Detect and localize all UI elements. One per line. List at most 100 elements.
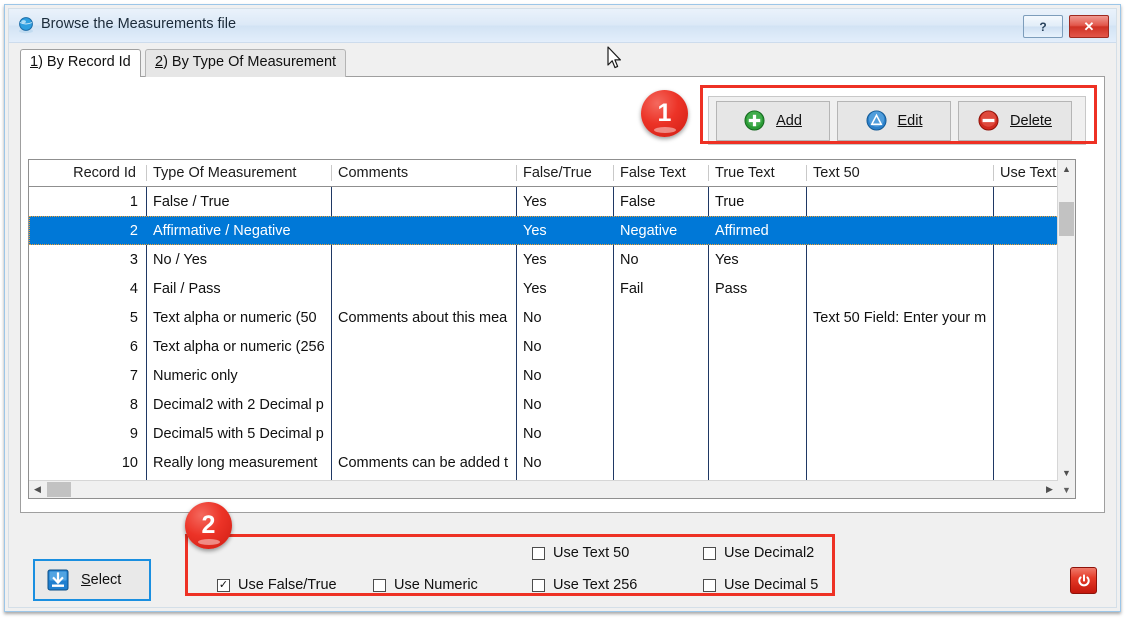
checkbox-label: Use False/True <box>238 577 337 593</box>
grid-cell-false_true: Yes <box>516 245 613 274</box>
checkbox-label: Use Text 50 <box>553 545 629 561</box>
grid-cell-comments <box>331 361 516 390</box>
checkbox-label: Use Text 256 <box>553 577 637 593</box>
measurements-grid[interactable]: Record IdType Of MeasurementCommentsFals… <box>28 159 1076 499</box>
add-button-label: Add <box>776 113 802 129</box>
delete-button[interactable]: Delete <box>958 101 1072 141</box>
table-row[interactable]: 10Really long measurementComments can be… <box>29 448 1075 477</box>
power-icon <box>1076 573 1092 589</box>
grid-header-use_text[interactable]: Use Text <box>993 160 1060 186</box>
scroll-down-arrow[interactable]: ▼ <box>1058 464 1075 481</box>
select-button[interactable]: Select <box>33 559 151 601</box>
tab-by-type-of-measurement[interactable]: 2) By Type Of Measurement <box>145 49 346 77</box>
grid-cell-type: Text alpha or numeric (50 <box>146 303 331 332</box>
grid-header-separator <box>806 165 807 181</box>
add-button[interactable]: Add <box>716 101 830 141</box>
grid-cell-comments <box>331 245 516 274</box>
tab-1-label: ) By Record Id <box>38 54 131 70</box>
grid-header-false_true[interactable]: False/True <box>516 160 613 186</box>
grid-cell-use_text <box>993 332 1060 361</box>
checkbox-use-numeric[interactable]: Use Numeric <box>373 577 478 593</box>
grid-cell-record_id: 4 <box>29 274 146 303</box>
grid-cell-type: Affirmative / Negative <box>146 216 331 245</box>
grid-cell-false_true: Yes <box>516 274 613 303</box>
grid-cell-use_text <box>993 245 1060 274</box>
checkbox-use-text-256[interactable]: Use Text 256 <box>532 577 637 593</box>
grid-cell-false_true: No <box>516 390 613 419</box>
table-row[interactable]: 8Decimal2 with 2 Decimal pNo <box>29 390 1075 419</box>
grid-header-record_id[interactable]: Record Id <box>29 160 146 186</box>
dialog-window: Browse the Measurements file ? ✕ 1) By R… <box>4 4 1121 612</box>
table-row[interactable]: 7Numeric onlyNo <box>29 361 1075 390</box>
delete-minus-icon <box>978 110 999 131</box>
grid-cell-type: Fail / Pass <box>146 274 331 303</box>
grid-header-separator <box>331 165 332 181</box>
grid-cell-record_id: 8 <box>29 390 146 419</box>
grid-header-separator <box>993 165 994 181</box>
grid-cell-use_text <box>993 187 1060 216</box>
grid-cell-text50: Text 50 Field: Enter your m <box>806 303 993 332</box>
grid-cell-use_text <box>993 419 1060 448</box>
table-row[interactable]: 4Fail / PassYesFailPass <box>29 274 1075 303</box>
tab-content-panel: Add Edit Delete Record Id <box>20 76 1105 513</box>
title-bar: Browse the Measurements file ? ✕ <box>9 9 1116 43</box>
scrollbar-corner: ▼ <box>1058 481 1075 498</box>
horizontal-scroll-thumb[interactable] <box>47 482 71 497</box>
checkbox-use-false-true[interactable]: ✓Use False/True <box>217 577 337 593</box>
grid-cell-comments: Comments about this mea <box>331 303 516 332</box>
grid-cell-comments <box>331 274 516 303</box>
table-row[interactable]: 2Affirmative / NegativeYesNegativeAffirm… <box>29 216 1075 245</box>
grid-cell-false_text <box>613 303 708 332</box>
grid-cell-false_text: False <box>613 187 708 216</box>
scroll-left-arrow[interactable]: ◀ <box>29 481 46 498</box>
tab-1-accel: 1 <box>30 54 38 70</box>
grid-header-type[interactable]: Type Of Measurement <box>146 160 331 186</box>
tab-by-record-id[interactable]: 1) By Record Id <box>20 49 141 77</box>
close-button[interactable]: ✕ <box>1069 15 1109 38</box>
grid-cell-record_id: 3 <box>29 245 146 274</box>
grid-cell-record_id: 1 <box>29 187 146 216</box>
window-title: Browse the Measurements file <box>41 16 236 32</box>
checkbox-use-decimal-5[interactable]: Use Decimal 5 <box>703 577 818 593</box>
grid-header-row: Record IdType Of MeasurementCommentsFals… <box>29 160 1075 187</box>
grid-cell-use_text <box>993 448 1060 477</box>
grid-header-true_text[interactable]: True Text <box>708 160 806 186</box>
grid-cell-false_text <box>613 332 708 361</box>
grid-cell-text50 <box>806 448 993 477</box>
callout-badge-1: 1 <box>641 90 688 137</box>
grid-cell-true_text <box>708 361 806 390</box>
add-plus-icon <box>744 110 765 131</box>
grid-cell-false_text <box>613 361 708 390</box>
field-visibility-checkbox-panel: ✓Use False/True Use Numeric Use Text 50 Use… <box>195 542 843 604</box>
grid-header-comments[interactable]: Comments <box>331 160 516 186</box>
grid-cell-false_text: Negative <box>613 216 708 245</box>
scroll-up-arrow[interactable]: ▲ <box>1058 160 1075 177</box>
grid-header-text50[interactable]: Text 50 <box>806 160 993 186</box>
vertical-scroll-thumb[interactable] <box>1059 202 1074 236</box>
delete-button-label: Delete <box>1010 113 1052 129</box>
checkbox-use-text-50[interactable]: Use Text 50 <box>532 545 629 561</box>
callout-badge-2: 2 <box>185 502 232 549</box>
checkbox-label: Use Decimal 5 <box>724 577 818 593</box>
edit-button[interactable]: Edit <box>837 101 951 141</box>
table-row[interactable]: 9Decimal5 with 5 Decimal pNo <box>29 419 1075 448</box>
table-row[interactable]: 3No / YesYesNoYes <box>29 245 1075 274</box>
grid-cell-type: Really long measurement <box>146 448 331 477</box>
checkbox-empty-icon <box>532 547 545 560</box>
grid-cell-false_true: No <box>516 303 613 332</box>
grid-cell-type: Decimal5 with 5 Decimal p <box>146 419 331 448</box>
table-row[interactable]: 1False / TrueYesFalseTrue <box>29 187 1075 216</box>
grid-horizontal-scrollbar[interactable]: ◀ ▶ <box>29 480 1058 498</box>
grid-cell-true_text: True <box>708 187 806 216</box>
grid-body: 1False / TrueYesFalseTrue2Affirmative / … <box>29 187 1075 498</box>
grid-header-false_text[interactable]: False Text <box>613 160 708 186</box>
help-button[interactable]: ? <box>1023 15 1063 38</box>
grid-vertical-scrollbar[interactable]: ▲ ▼ <box>1057 160 1075 481</box>
checkbox-use-decimal2[interactable]: Use Decimal2 <box>703 545 814 561</box>
scroll-right-arrow[interactable]: ▶ <box>1041 481 1058 498</box>
grid-cell-true_text <box>708 448 806 477</box>
table-row[interactable]: 6Text alpha or numeric (256No <box>29 332 1075 361</box>
grid-cell-text50 <box>806 419 993 448</box>
exit-power-button[interactable] <box>1070 567 1097 594</box>
table-row[interactable]: 5Text alpha or numeric (50Comments about… <box>29 303 1075 332</box>
